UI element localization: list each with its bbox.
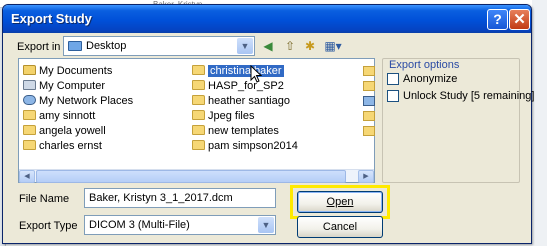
open-button[interactable]: Open xyxy=(297,191,383,213)
folder-icon xyxy=(192,110,205,120)
list-item[interactable]: heather santiago xyxy=(192,94,290,108)
file-icon[interactable] xyxy=(363,96,375,106)
list-item[interactable]: Jpeg files xyxy=(192,109,254,123)
list-item[interactable]: pam simpson2014 xyxy=(192,139,298,153)
file-name-field[interactable]: Baker, Kristyn 3_1_2017.dcm xyxy=(84,188,276,208)
folder-icon[interactable] xyxy=(363,111,375,121)
list-item[interactable]: angela yowell xyxy=(23,124,106,138)
folder-icon xyxy=(192,125,205,135)
scrollbar-thumb[interactable] xyxy=(36,170,346,183)
folder-icon xyxy=(192,80,205,90)
scroll-left-icon[interactable]: ◀ xyxy=(19,170,35,183)
dialog-title: Export Study xyxy=(11,11,92,26)
open-button-label: Open xyxy=(326,196,354,208)
list-item[interactable]: charles ernst xyxy=(23,139,102,153)
export-options-title: Export options xyxy=(387,59,462,71)
file-list[interactable]: My Documents My Computer My Network Plac… xyxy=(18,58,375,183)
export-in-dropdown[interactable]: Desktop ▼ xyxy=(63,36,255,56)
view-menu-icon[interactable]: ▦▾ xyxy=(321,38,345,54)
list-item[interactable]: My Computer xyxy=(23,79,105,93)
folder-icon[interactable] xyxy=(363,81,375,91)
up-folder-icon[interactable]: ⇧ xyxy=(282,38,298,54)
unlock-study-label[interactable]: Unlock Study [5 remaining] xyxy=(403,90,534,102)
folder-icon[interactable] xyxy=(363,66,375,76)
list-item[interactable]: My Network Places xyxy=(23,94,133,108)
folder-icon xyxy=(23,110,36,120)
desktop-icon xyxy=(68,41,82,51)
file-name-label: File Name xyxy=(19,193,70,205)
folder-icon xyxy=(23,140,36,150)
folder-icon xyxy=(192,65,205,75)
title-bar[interactable]: Export Study ? ✕ xyxy=(3,5,531,33)
export-in-value: Desktop xyxy=(86,40,127,52)
mouse-cursor-icon xyxy=(250,65,262,83)
list-item[interactable]: amy sinnott xyxy=(23,109,95,123)
list-item[interactable]: My Documents xyxy=(23,64,112,78)
horizontal-scrollbar[interactable]: ◀ ▶ xyxy=(19,169,374,183)
export-type-value: DICOM 3 (Multi-File) xyxy=(89,219,190,231)
folder-icon[interactable] xyxy=(363,126,375,136)
chevron-down-icon[interactable]: ▼ xyxy=(237,38,253,54)
list-item-selected[interactable]: christina baker xyxy=(192,64,284,78)
export-type-label: Export Type xyxy=(19,220,78,232)
network-places-icon xyxy=(23,95,36,105)
anonymize-checkbox[interactable] xyxy=(387,73,399,85)
list-item[interactable]: new templates xyxy=(192,124,279,138)
scroll-right-icon[interactable]: ▶ xyxy=(358,170,374,183)
cancel-button[interactable]: Cancel xyxy=(297,216,383,238)
folder-icon xyxy=(192,95,205,105)
my-documents-icon xyxy=(23,65,36,75)
close-button[interactable]: ✕ xyxy=(509,9,530,30)
new-folder-icon[interactable]: ✱ xyxy=(302,38,318,54)
folder-icon xyxy=(192,140,205,150)
chevron-down-icon[interactable]: ▼ xyxy=(258,217,274,233)
export-type-dropdown[interactable]: DICOM 3 (Multi-File) ▼ xyxy=(84,215,276,235)
anonymize-label[interactable]: Anonymize xyxy=(403,73,457,85)
my-computer-icon xyxy=(23,80,36,90)
help-button[interactable]: ? xyxy=(487,9,508,30)
back-icon[interactable]: ◀ xyxy=(260,38,276,54)
export-in-label: Export in xyxy=(17,41,61,53)
list-item[interactable]: HASP_for_SP2 xyxy=(192,79,284,93)
folder-icon xyxy=(23,125,36,135)
export-study-dialog: Export Study ? ✕ Export in Desktop ▼ ◀ ⇧… xyxy=(2,4,534,244)
unlock-study-checkbox[interactable] xyxy=(387,90,399,102)
background-right-strip xyxy=(532,0,547,246)
